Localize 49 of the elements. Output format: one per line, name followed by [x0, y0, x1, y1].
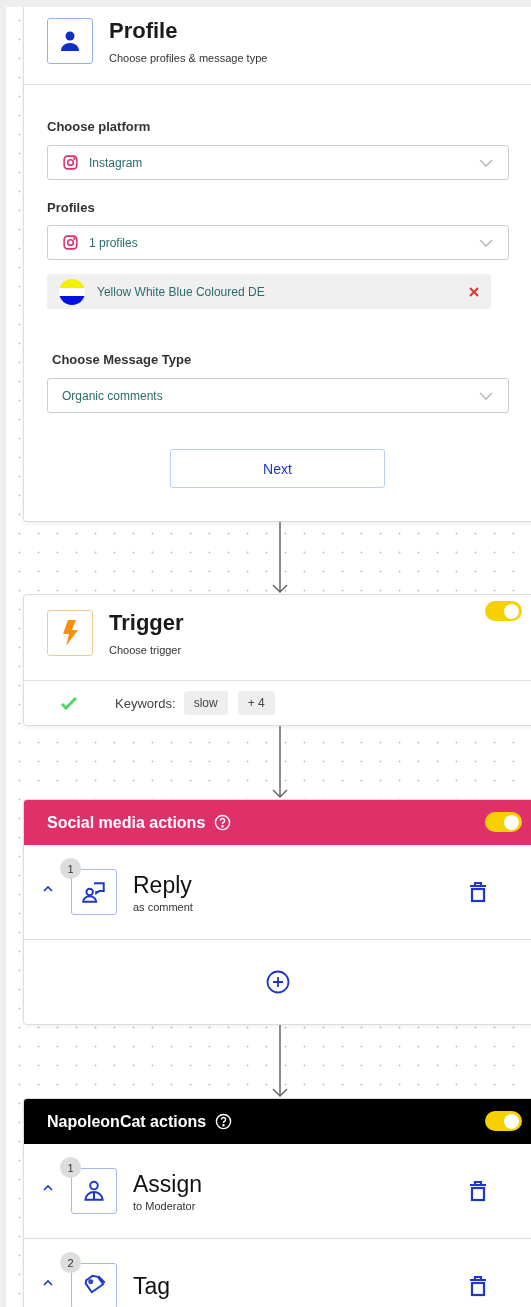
profile-name: Yellow White Blue Coloured DE	[97, 284, 266, 299]
trash-icon	[468, 1180, 488, 1202]
trash-icon	[468, 1275, 488, 1297]
dropdown-field[interactable]: 1 profiles	[47, 225, 509, 260]
instagram-icon	[62, 154, 79, 171]
action-title: Assign	[133, 1170, 204, 1198]
instagram-icon	[62, 234, 79, 251]
next-button[interactable]: Next	[170, 449, 385, 488]
keyword-tag: slow	[183, 691, 228, 715]
connector-arrow	[272, 522, 288, 594]
toggle-switch[interactable]	[485, 1111, 522, 1131]
person-speech-icon	[81, 879, 107, 905]
field-label: Choose platform	[47, 119, 152, 134]
keyword-tag: + 4	[237, 691, 275, 715]
plus-circle-icon	[266, 970, 290, 994]
help-icon[interactable]	[215, 1113, 233, 1130]
trash-icon	[468, 881, 488, 903]
dropdown-field[interactable]: Organic comments	[47, 378, 509, 413]
action-subtitle: as comment	[133, 900, 194, 913]
action-subtitle: to Moderator	[133, 1199, 197, 1212]
step-subtitle: Choose profiles & message type	[109, 52, 268, 64]
chevron-down-icon	[478, 237, 494, 248]
step-title: Trigger	[109, 610, 184, 636]
step-number: 1	[60, 1157, 81, 1178]
person-icon	[58, 29, 82, 53]
chevron-down-icon	[478, 390, 494, 401]
step-subtitle: Choose trigger	[109, 644, 183, 656]
delete-button[interactable]	[468, 1180, 488, 1202]
field-label: Profiles	[47, 200, 96, 215]
person-icon	[81, 1178, 107, 1204]
action-title: Tag	[133, 1272, 172, 1300]
toggle-switch[interactable]	[485, 812, 522, 832]
action-title: Reply	[133, 871, 193, 899]
step-number: 1	[60, 858, 81, 879]
step-number: 2	[60, 1252, 81, 1273]
lightning-icon	[60, 619, 80, 647]
step-title: Profile	[109, 18, 179, 44]
close-icon[interactable]	[469, 286, 479, 297]
condition-label: Keywords:	[115, 695, 176, 711]
delete-button[interactable]	[468, 881, 488, 903]
field-label: Choose Message Type	[52, 352, 193, 367]
group-title: NapoleonCat actions	[47, 1112, 207, 1131]
delete-button[interactable]	[468, 1275, 488, 1297]
add-button[interactable]	[266, 970, 290, 994]
group-title: Social media actions	[47, 813, 206, 832]
chevron-down-icon	[478, 157, 494, 168]
dropdown-field[interactable]: Instagram	[47, 145, 509, 180]
profile-avatar	[59, 278, 85, 305]
toggle-switch[interactable]	[485, 601, 522, 621]
